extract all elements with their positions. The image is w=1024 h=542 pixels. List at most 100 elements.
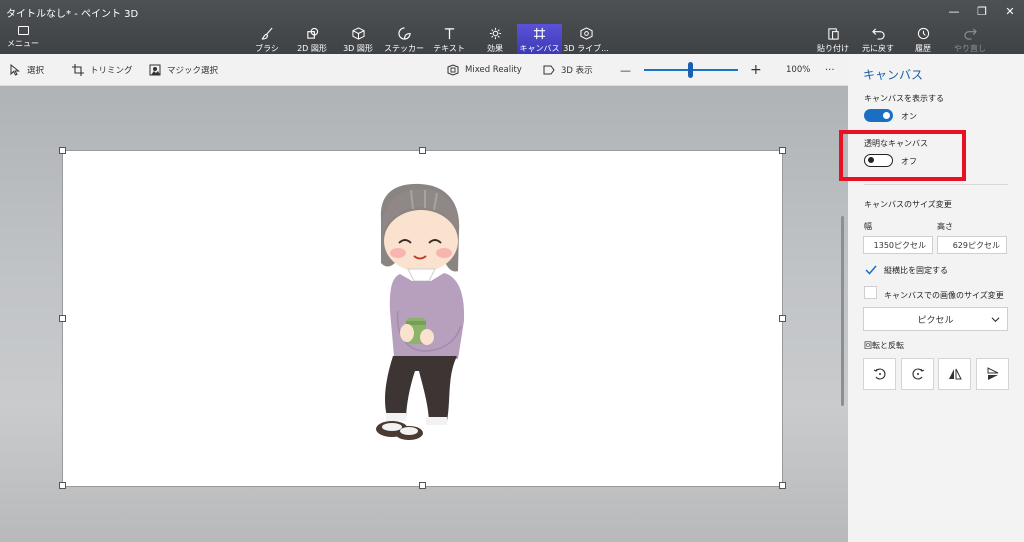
rotate-left-icon xyxy=(873,368,886,380)
canvas-icon xyxy=(533,27,546,40)
tool-label: キャンバス xyxy=(519,44,560,53)
history-button[interactable]: 履歴 xyxy=(910,24,936,54)
magic-select-icon xyxy=(149,64,161,76)
action-label: 履歴 xyxy=(915,44,931,53)
canvas-panel: キャンバス キャンバスを表示する オン 透明なキャンバス オフ キャンバスのサイ… xyxy=(848,54,1024,542)
tool-label: 2D 図形 xyxy=(297,44,327,53)
effects-icon xyxy=(489,27,501,40)
tool-canvas[interactable]: キャンバス xyxy=(517,24,562,54)
rotate-flip-label: 回転と反転 xyxy=(864,341,904,350)
3d-view-icon xyxy=(543,65,555,75)
brush-icon xyxy=(261,27,273,40)
resize-handle[interactable] xyxy=(779,147,786,154)
width-label: 幅 xyxy=(864,222,872,231)
action-label: 元に戻す xyxy=(862,44,894,53)
secondary-toolbar: 選択 トリミング マジック選択 Mixed Reality 3D 表示 — + … xyxy=(0,54,848,86)
paste-icon xyxy=(827,28,839,40)
magic-select-button[interactable]: マジック選択 xyxy=(149,54,218,86)
rotate-right-icon xyxy=(911,368,924,380)
3d-library-icon xyxy=(579,27,593,40)
view-3d-button[interactable]: 3D 表示 xyxy=(543,54,593,86)
cursor-icon xyxy=(10,64,20,76)
2d-shapes-icon xyxy=(306,27,318,39)
show-canvas-state: オン xyxy=(901,112,917,121)
menu-icon xyxy=(17,26,29,35)
resize-handle[interactable] xyxy=(419,147,426,154)
rotate-right-button[interactable] xyxy=(901,358,934,390)
resize-canvas-label: キャンバスのサイズ変更 xyxy=(864,200,952,209)
tool-stickers[interactable]: ステッカー xyxy=(384,24,424,54)
redo-button[interactable]: やり直し xyxy=(953,24,987,54)
flip-vertical-button[interactable] xyxy=(976,358,1009,390)
canvas[interactable] xyxy=(59,147,786,489)
lock-ratio-checkbox[interactable] xyxy=(864,263,877,276)
tool-label: 効果 xyxy=(487,44,503,53)
more-options-button[interactable]: ··· xyxy=(825,54,835,86)
restore-button[interactable]: ❐ xyxy=(968,0,996,22)
resize-handle[interactable] xyxy=(59,147,66,154)
mixed-reality-icon xyxy=(447,64,459,76)
window-controls: — ❐ ✕ xyxy=(940,0,1024,22)
view-3d-label: 3D 表示 xyxy=(561,66,593,76)
menu-button[interactable]: メニュー xyxy=(6,26,40,52)
flip-vertical-icon xyxy=(987,367,998,380)
zoom-slider-thumb[interactable] xyxy=(688,62,693,78)
tool-label: 3D ライブ... xyxy=(563,44,609,53)
checkmark-icon xyxy=(864,265,877,275)
vertical-scrollbar[interactable] xyxy=(841,216,844,406)
divider xyxy=(864,184,1008,185)
resize-handle[interactable] xyxy=(779,315,786,322)
height-field[interactable]: 629ピクセル xyxy=(937,236,1007,254)
zoom-in-button[interactable]: + xyxy=(750,54,762,86)
3d-shapes-icon xyxy=(351,27,365,40)
menu-label: メニュー xyxy=(7,39,39,48)
mixed-reality-label: Mixed Reality xyxy=(465,65,522,75)
highlight-box xyxy=(839,130,966,181)
tool-label: 3D 図形 xyxy=(343,44,373,53)
mixed-reality-button[interactable]: Mixed Reality xyxy=(447,54,522,86)
lock-ratio-label: 縦横比を固定する xyxy=(884,266,948,275)
top-toolbar: タイトルなし* - ペイント 3D — ❐ ✕ メニュー ブラシ 2D 図形 3… xyxy=(0,0,1024,54)
tool-brush[interactable]: ブラシ xyxy=(253,24,281,54)
workspace xyxy=(0,86,848,542)
window-title: タイトルなし* - ペイント 3D xyxy=(6,9,139,20)
chevron-down-icon xyxy=(991,317,1000,323)
undo-button[interactable]: 元に戻す xyxy=(862,24,894,54)
tool-3d-library[interactable]: 3D ライブ... xyxy=(563,24,609,54)
tool-2d-shapes[interactable]: 2D 図形 xyxy=(295,24,329,54)
zoom-percentage: 100% xyxy=(786,65,811,75)
tool-text[interactable]: テキスト xyxy=(433,24,465,54)
magic-select-label: マジック選択 xyxy=(167,66,219,76)
minimize-button[interactable]: — xyxy=(940,0,968,22)
resize-image-checkbox[interactable] xyxy=(864,286,877,299)
select-label: 選択 xyxy=(27,66,45,76)
resize-handle[interactable] xyxy=(59,315,66,322)
tool-effects[interactable]: 効果 xyxy=(482,24,508,54)
grandmother-illustration xyxy=(376,183,465,440)
show-canvas-toggle[interactable] xyxy=(864,109,893,122)
paste-button[interactable]: 貼り付け xyxy=(817,24,849,54)
unit-dropdown[interactable]: ピクセル xyxy=(863,307,1008,331)
select-button[interactable]: 選択 xyxy=(9,54,44,86)
action-label: やり直し xyxy=(954,44,986,53)
height-label: 高さ xyxy=(937,222,953,231)
resize-handle[interactable] xyxy=(779,482,786,489)
tool-label: ブラシ xyxy=(255,44,279,53)
tool-3d-shapes[interactable]: 3D 図形 xyxy=(341,24,375,54)
trim-label: トリミング xyxy=(90,66,133,76)
resize-handle[interactable] xyxy=(59,482,66,489)
sticker-icon xyxy=(397,27,411,40)
close-button[interactable]: ✕ xyxy=(996,0,1024,22)
tool-label: ステッカー xyxy=(384,44,424,53)
resize-handle[interactable] xyxy=(419,482,426,489)
panel-title: キャンバス xyxy=(863,68,924,82)
rotate-left-button[interactable] xyxy=(863,358,896,390)
tool-label: テキスト xyxy=(433,44,465,53)
flip-horizontal-button[interactable] xyxy=(938,358,971,390)
undo-icon xyxy=(871,28,885,40)
resize-image-label: キャンバスでの画像のサイズ変更 xyxy=(884,291,1004,300)
show-canvas-label: キャンバスを表示する xyxy=(864,94,944,103)
trim-button[interactable]: トリミング xyxy=(72,54,133,86)
width-field[interactable]: 1350ピクセル xyxy=(863,236,933,254)
zoom-out-button[interactable]: — xyxy=(620,54,631,86)
